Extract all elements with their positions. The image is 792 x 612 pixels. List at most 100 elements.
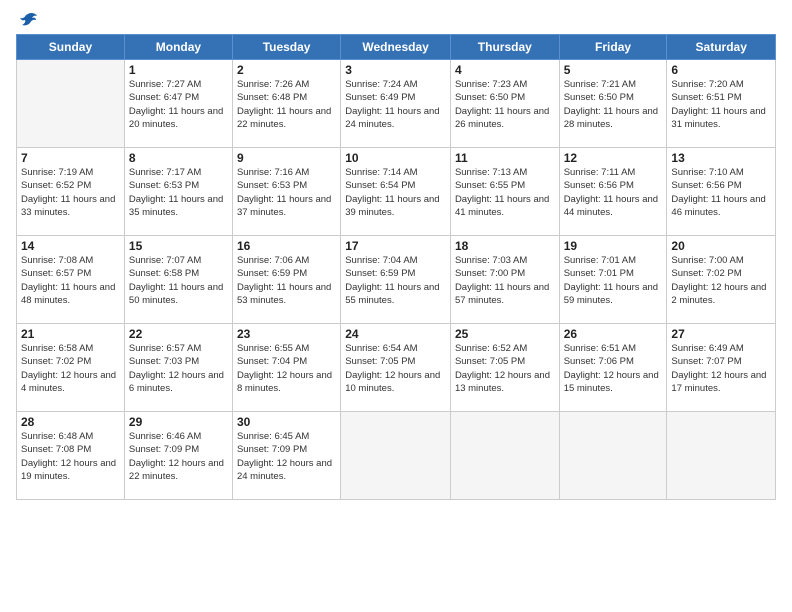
calendar-week-row: 28 Sunrise: 6:48 AM Sunset: 7:08 PM Dayl… <box>17 412 776 500</box>
day-number: 19 <box>564 239 663 253</box>
day-number: 2 <box>237 63 336 77</box>
calendar-cell: 17 Sunrise: 7:04 AM Sunset: 6:59 PM Dayl… <box>341 236 451 324</box>
calendar-week-row: 1 Sunrise: 7:27 AM Sunset: 6:47 PM Dayli… <box>17 60 776 148</box>
calendar-cell <box>17 60 125 148</box>
calendar-cell: 7 Sunrise: 7:19 AM Sunset: 6:52 PM Dayli… <box>17 148 125 236</box>
calendar-cell: 20 Sunrise: 7:00 AM Sunset: 7:02 PM Dayl… <box>667 236 776 324</box>
calendar-cell: 25 Sunrise: 6:52 AM Sunset: 7:05 PM Dayl… <box>450 324 559 412</box>
calendar-cell: 19 Sunrise: 7:01 AM Sunset: 7:01 PM Dayl… <box>559 236 667 324</box>
day-of-week-header: Tuesday <box>232 35 340 60</box>
calendar-cell: 18 Sunrise: 7:03 AM Sunset: 7:00 PM Dayl… <box>450 236 559 324</box>
day-info: Sunrise: 6:49 AM Sunset: 7:07 PM Dayligh… <box>671 342 771 395</box>
calendar-header-row: SundayMondayTuesdayWednesdayThursdayFrid… <box>17 35 776 60</box>
day-number: 13 <box>671 151 771 165</box>
day-info: Sunrise: 6:55 AM Sunset: 7:04 PM Dayligh… <box>237 342 336 395</box>
day-number: 14 <box>21 239 120 253</box>
day-number: 28 <box>21 415 120 429</box>
day-info: Sunrise: 7:00 AM Sunset: 7:02 PM Dayligh… <box>671 254 771 307</box>
day-info: Sunrise: 6:46 AM Sunset: 7:09 PM Dayligh… <box>129 430 228 483</box>
day-info: Sunrise: 6:45 AM Sunset: 7:09 PM Dayligh… <box>237 430 336 483</box>
day-info: Sunrise: 7:27 AM Sunset: 6:47 PM Dayligh… <box>129 78 228 131</box>
day-number: 10 <box>345 151 446 165</box>
day-info: Sunrise: 7:07 AM Sunset: 6:58 PM Dayligh… <box>129 254 228 307</box>
day-info: Sunrise: 7:14 AM Sunset: 6:54 PM Dayligh… <box>345 166 446 219</box>
calendar-cell <box>341 412 451 500</box>
day-info: Sunrise: 7:20 AM Sunset: 6:51 PM Dayligh… <box>671 78 771 131</box>
day-number: 27 <box>671 327 771 341</box>
calendar-cell: 3 Sunrise: 7:24 AM Sunset: 6:49 PM Dayli… <box>341 60 451 148</box>
day-info: Sunrise: 7:23 AM Sunset: 6:50 PM Dayligh… <box>455 78 555 131</box>
calendar-cell: 4 Sunrise: 7:23 AM Sunset: 6:50 PM Dayli… <box>450 60 559 148</box>
calendar-cell: 6 Sunrise: 7:20 AM Sunset: 6:51 PM Dayli… <box>667 60 776 148</box>
day-number: 9 <box>237 151 336 165</box>
day-info: Sunrise: 6:48 AM Sunset: 7:08 PM Dayligh… <box>21 430 120 483</box>
day-of-week-header: Wednesday <box>341 35 451 60</box>
day-of-week-header: Saturday <box>667 35 776 60</box>
calendar-cell: 14 Sunrise: 7:08 AM Sunset: 6:57 PM Dayl… <box>17 236 125 324</box>
calendar-page: SundayMondayTuesdayWednesdayThursdayFrid… <box>0 0 792 612</box>
day-info: Sunrise: 7:16 AM Sunset: 6:53 PM Dayligh… <box>237 166 336 219</box>
day-number: 16 <box>237 239 336 253</box>
calendar-cell: 29 Sunrise: 6:46 AM Sunset: 7:09 PM Dayl… <box>124 412 232 500</box>
day-number: 4 <box>455 63 555 77</box>
logo <box>16 12 38 26</box>
day-info: Sunrise: 7:10 AM Sunset: 6:56 PM Dayligh… <box>671 166 771 219</box>
day-info: Sunrise: 7:03 AM Sunset: 7:00 PM Dayligh… <box>455 254 555 307</box>
calendar-cell: 24 Sunrise: 6:54 AM Sunset: 7:05 PM Dayl… <box>341 324 451 412</box>
day-number: 20 <box>671 239 771 253</box>
calendar-cell: 1 Sunrise: 7:27 AM Sunset: 6:47 PM Dayli… <box>124 60 232 148</box>
day-of-week-header: Monday <box>124 35 232 60</box>
day-info: Sunrise: 7:19 AM Sunset: 6:52 PM Dayligh… <box>21 166 120 219</box>
calendar-cell: 26 Sunrise: 6:51 AM Sunset: 7:06 PM Dayl… <box>559 324 667 412</box>
day-number: 5 <box>564 63 663 77</box>
calendar-cell: 8 Sunrise: 7:17 AM Sunset: 6:53 PM Dayli… <box>124 148 232 236</box>
calendar-cell: 13 Sunrise: 7:10 AM Sunset: 6:56 PM Dayl… <box>667 148 776 236</box>
day-info: Sunrise: 7:06 AM Sunset: 6:59 PM Dayligh… <box>237 254 336 307</box>
calendar-table: SundayMondayTuesdayWednesdayThursdayFrid… <box>16 34 776 500</box>
day-number: 1 <box>129 63 228 77</box>
day-of-week-header: Thursday <box>450 35 559 60</box>
calendar-cell: 27 Sunrise: 6:49 AM Sunset: 7:07 PM Dayl… <box>667 324 776 412</box>
day-of-week-header: Friday <box>559 35 667 60</box>
day-number: 3 <box>345 63 446 77</box>
day-info: Sunrise: 6:58 AM Sunset: 7:02 PM Dayligh… <box>21 342 120 395</box>
calendar-cell: 16 Sunrise: 7:06 AM Sunset: 6:59 PM Dayl… <box>232 236 340 324</box>
day-number: 23 <box>237 327 336 341</box>
logo-bird-icon <box>18 12 38 28</box>
day-number: 11 <box>455 151 555 165</box>
day-number: 15 <box>129 239 228 253</box>
day-number: 17 <box>345 239 446 253</box>
calendar-cell: 9 Sunrise: 7:16 AM Sunset: 6:53 PM Dayli… <box>232 148 340 236</box>
day-info: Sunrise: 6:51 AM Sunset: 7:06 PM Dayligh… <box>564 342 663 395</box>
calendar-cell <box>667 412 776 500</box>
day-info: Sunrise: 6:52 AM Sunset: 7:05 PM Dayligh… <box>455 342 555 395</box>
day-number: 21 <box>21 327 120 341</box>
day-number: 6 <box>671 63 771 77</box>
day-number: 24 <box>345 327 446 341</box>
day-number: 25 <box>455 327 555 341</box>
day-number: 26 <box>564 327 663 341</box>
calendar-cell: 30 Sunrise: 6:45 AM Sunset: 7:09 PM Dayl… <box>232 412 340 500</box>
header <box>16 12 776 26</box>
calendar-cell <box>450 412 559 500</box>
day-info: Sunrise: 7:13 AM Sunset: 6:55 PM Dayligh… <box>455 166 555 219</box>
day-info: Sunrise: 6:54 AM Sunset: 7:05 PM Dayligh… <box>345 342 446 395</box>
day-number: 30 <box>237 415 336 429</box>
calendar-cell: 10 Sunrise: 7:14 AM Sunset: 6:54 PM Dayl… <box>341 148 451 236</box>
day-number: 8 <box>129 151 228 165</box>
calendar-cell: 15 Sunrise: 7:07 AM Sunset: 6:58 PM Dayl… <box>124 236 232 324</box>
calendar-cell: 22 Sunrise: 6:57 AM Sunset: 7:03 PM Dayl… <box>124 324 232 412</box>
day-info: Sunrise: 6:57 AM Sunset: 7:03 PM Dayligh… <box>129 342 228 395</box>
calendar-cell <box>559 412 667 500</box>
day-info: Sunrise: 7:11 AM Sunset: 6:56 PM Dayligh… <box>564 166 663 219</box>
calendar-cell: 21 Sunrise: 6:58 AM Sunset: 7:02 PM Dayl… <box>17 324 125 412</box>
day-info: Sunrise: 7:21 AM Sunset: 6:50 PM Dayligh… <box>564 78 663 131</box>
day-info: Sunrise: 7:08 AM Sunset: 6:57 PM Dayligh… <box>21 254 120 307</box>
day-number: 7 <box>21 151 120 165</box>
day-number: 22 <box>129 327 228 341</box>
calendar-cell: 28 Sunrise: 6:48 AM Sunset: 7:08 PM Dayl… <box>17 412 125 500</box>
calendar-cell: 23 Sunrise: 6:55 AM Sunset: 7:04 PM Dayl… <box>232 324 340 412</box>
calendar-cell: 2 Sunrise: 7:26 AM Sunset: 6:48 PM Dayli… <box>232 60 340 148</box>
day-info: Sunrise: 7:01 AM Sunset: 7:01 PM Dayligh… <box>564 254 663 307</box>
calendar-week-row: 14 Sunrise: 7:08 AM Sunset: 6:57 PM Dayl… <box>17 236 776 324</box>
